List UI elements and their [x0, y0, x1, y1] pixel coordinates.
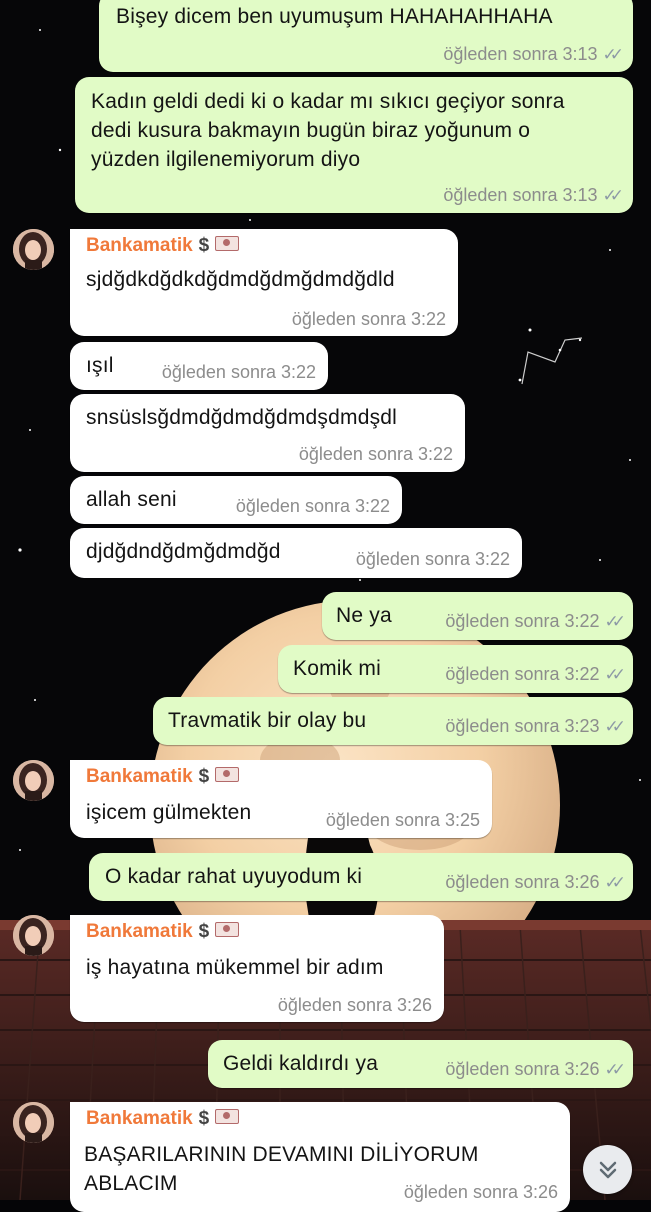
- contact-avatar[interactable]: [13, 229, 54, 270]
- message-bubble-incoming[interactable]: Bankamatik $ iş hayatına mükemmel bir adı…: [70, 915, 444, 1022]
- message-text: Kadın geldi dedi ki o kadar mı sıkıcı ge…: [91, 90, 565, 171]
- double-check-icon: ✓✓: [604, 717, 626, 736]
- scroll-to-bottom-button[interactable]: [583, 1145, 632, 1194]
- message-time: öğleden sonra 3:22: [298, 444, 453, 464]
- message-time: öğleden sonra 3:23 ✓✓: [445, 716, 626, 736]
- message-text: allah seni: [86, 488, 177, 511]
- message-time: öğleden sonra 3:22: [161, 362, 316, 382]
- double-check-icon: ✓✓: [604, 1060, 626, 1079]
- message-bubble-outgoing[interactable]: Ne ya öğleden sonra 3:22 ✓✓: [322, 592, 633, 640]
- message-bubble-incoming[interactable]: allah seni öğleden sonra 3:22: [70, 476, 402, 524]
- message-bubble-incoming[interactable]: Bankamatik $ işicem gülmekten öğleden son…: [70, 760, 492, 838]
- contact-avatar[interactable]: [13, 1102, 54, 1143]
- double-chevron-down-icon: [599, 1161, 616, 1178]
- message-time: öğleden sonra 3:25: [325, 810, 480, 830]
- message-text: O kadar rahat uyuyodum ki: [105, 865, 363, 888]
- message-bubble-outgoing[interactable]: Geldi kaldırdı ya öğleden sonra 3:26 ✓✓: [208, 1040, 633, 1088]
- message-time: öğleden sonra 3:26 ✓✓: [445, 1059, 626, 1079]
- message-time: öğleden sonra 3:26: [277, 995, 432, 1015]
- message-time: öğleden sonra 3:22 ✓✓: [445, 664, 626, 684]
- message-time: öğleden sonra 3:22: [235, 496, 390, 516]
- double-check-icon: ✓✓: [602, 186, 624, 205]
- message-text: snsüslsğdmdğdmdğdmdşdmdşdl: [86, 406, 398, 429]
- message-bubble-outgoing[interactable]: Bişey dicem ben uyumuşum HAHAHAHHAHA öğl…: [99, 0, 633, 72]
- banknote-icon: [215, 1109, 240, 1125]
- double-check-icon: ✓✓: [604, 665, 626, 684]
- message-text: Komik mi: [293, 657, 381, 680]
- message-bubble-incoming[interactable]: snsüslsğdmdğdmdğdmdşdmdşdl öğleden sonra…: [70, 394, 465, 472]
- double-check-icon: ✓✓: [604, 873, 626, 892]
- message-bubble-incoming[interactable]: djdğdndğdmğdmdğd öğleden sonra 3:22: [70, 528, 522, 578]
- double-check-icon: ✓✓: [604, 612, 626, 631]
- message-bubble-incoming[interactable]: Bankamatik $ BAŞARILARININ DEVAMINI DİLİY…: [70, 1102, 570, 1212]
- message-bubble-outgoing[interactable]: Kadın geldi dedi ki o kadar mı sıkıcı ge…: [75, 77, 633, 213]
- contact-avatar[interactable]: [13, 760, 54, 801]
- message-text: sjdğdkdğdkdğdmdğdmğdmdğdld: [86, 268, 395, 291]
- message-text: iş hayatına mükemmel bir adım: [86, 956, 384, 979]
- message-text: Travmatik bir olay bu: [168, 709, 367, 732]
- message-text: ışıl: [86, 354, 114, 377]
- message-time: öğleden sonra 3:22 ✓✓: [445, 611, 626, 631]
- message-text: işicem gülmekten: [86, 801, 252, 824]
- message-bubble-incoming[interactable]: ışıl öğleden sonra 3:22: [70, 342, 328, 390]
- message-time: öğleden sonra 3:26 ✓✓: [445, 872, 626, 892]
- contact-avatar[interactable]: [13, 915, 54, 956]
- message-text: Ne ya: [336, 604, 392, 627]
- banknote-icon: [215, 236, 240, 252]
- message-time: öğleden sonra 3:13 ✓✓: [443, 185, 624, 205]
- banknote-icon: [215, 767, 240, 783]
- message-bubble-outgoing[interactable]: Travmatik bir olay bu öğleden sonra 3:23…: [153, 697, 633, 745]
- message-bubble-outgoing[interactable]: O kadar rahat uyuyodum ki öğleden sonra …: [89, 853, 633, 901]
- message-time: öğleden sonra 3:13 ✓✓: [443, 44, 624, 64]
- banknote-icon: [215, 922, 240, 938]
- sender-name: Bankamatik $: [86, 235, 240, 257]
- message-text: djdğdndğdmğdmdğd: [86, 540, 281, 563]
- sender-name: Bankamatik $: [86, 921, 240, 943]
- message-time: öğleden sonra 3:22: [291, 309, 446, 329]
- message-text: Geldi kaldırdı ya: [223, 1052, 379, 1075]
- message-bubble-outgoing[interactable]: Komik mi öğleden sonra 3:22 ✓✓: [278, 645, 633, 693]
- sender-name: Bankamatik $: [86, 766, 240, 788]
- double-check-icon: ✓✓: [602, 45, 624, 64]
- message-bubble-incoming[interactable]: Bankamatik $ sjdğdkdğdkdğdmdğdmğdmdğdld ö…: [70, 229, 458, 336]
- message-text: Bişey dicem ben uyumuşum HAHAHAHHAHA: [116, 5, 553, 28]
- sender-name: Bankamatik $: [86, 1108, 240, 1130]
- message-time: öğleden sonra 3:22: [355, 549, 510, 569]
